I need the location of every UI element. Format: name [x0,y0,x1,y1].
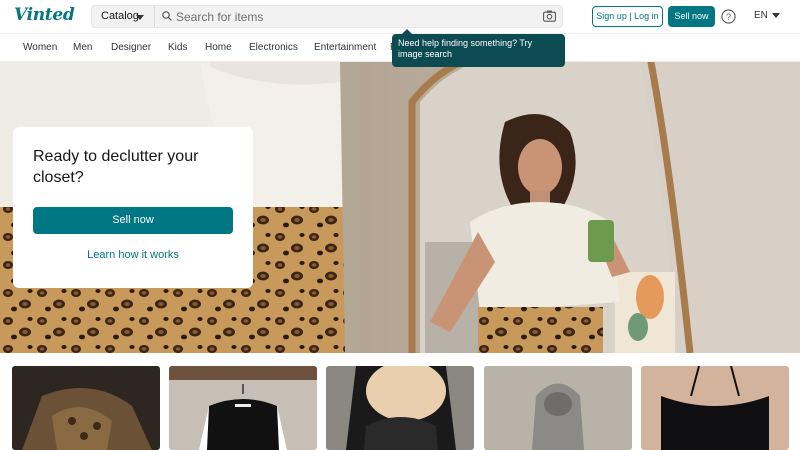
language-label: EN [754,10,768,21]
item-image [169,366,317,450]
camera-icon[interactable] [543,10,556,22]
vinted-logo[interactable]: Vinted [14,5,75,25]
nav-item-kids[interactable]: Kids [168,42,187,53]
item-thumbnail[interactable] [641,366,789,450]
item-image [12,366,160,450]
chevron-down-icon [771,12,780,18]
hero-card: Ready to declutter your closet? Sell now… [13,127,253,288]
nav-item-women[interactable]: Women [23,42,57,53]
chevron-down-icon [136,15,144,20]
header-sell-now-button[interactable]: Sell now [668,6,715,27]
top-header: Vinted Catalog Sign up | Log in Sell now… [0,0,800,33]
item-image [326,366,474,450]
item-thumbnail[interactable] [12,366,160,450]
nav-item-designer[interactable]: Designer [111,42,151,53]
nav-item-men[interactable]: Men [73,42,92,53]
hero-title: Ready to declutter your closet? [33,148,199,186]
search-input[interactable] [176,6,536,27]
search-bar: Catalog [91,5,563,28]
item-thumbnail[interactable] [484,366,632,450]
learn-how-it-works-link[interactable]: Learn how it works [33,249,233,261]
item-feed [0,353,800,450]
item-thumbnail[interactable] [169,366,317,450]
nav-item-entertainment[interactable]: Entertainment [314,42,376,53]
signup-login-button[interactable]: Sign up | Log in [592,6,663,27]
image-search-tooltip: Need help finding something? Try image s… [392,29,565,67]
catalog-label: Catalog [101,10,139,22]
item-thumbnail[interactable] [326,366,474,450]
search-icon [162,11,172,21]
item-image [484,366,632,450]
help-icon[interactable]: ? [721,9,736,24]
item-image [641,366,789,450]
hero-sell-now-button[interactable]: Sell now [33,207,233,234]
catalog-dropdown[interactable]: Catalog [92,6,155,27]
svg-text:?: ? [726,12,731,22]
nav-item-home[interactable]: Home [205,42,232,53]
nav-item-electronics[interactable]: Electronics [249,42,298,53]
language-selector[interactable]: EN [754,10,780,21]
